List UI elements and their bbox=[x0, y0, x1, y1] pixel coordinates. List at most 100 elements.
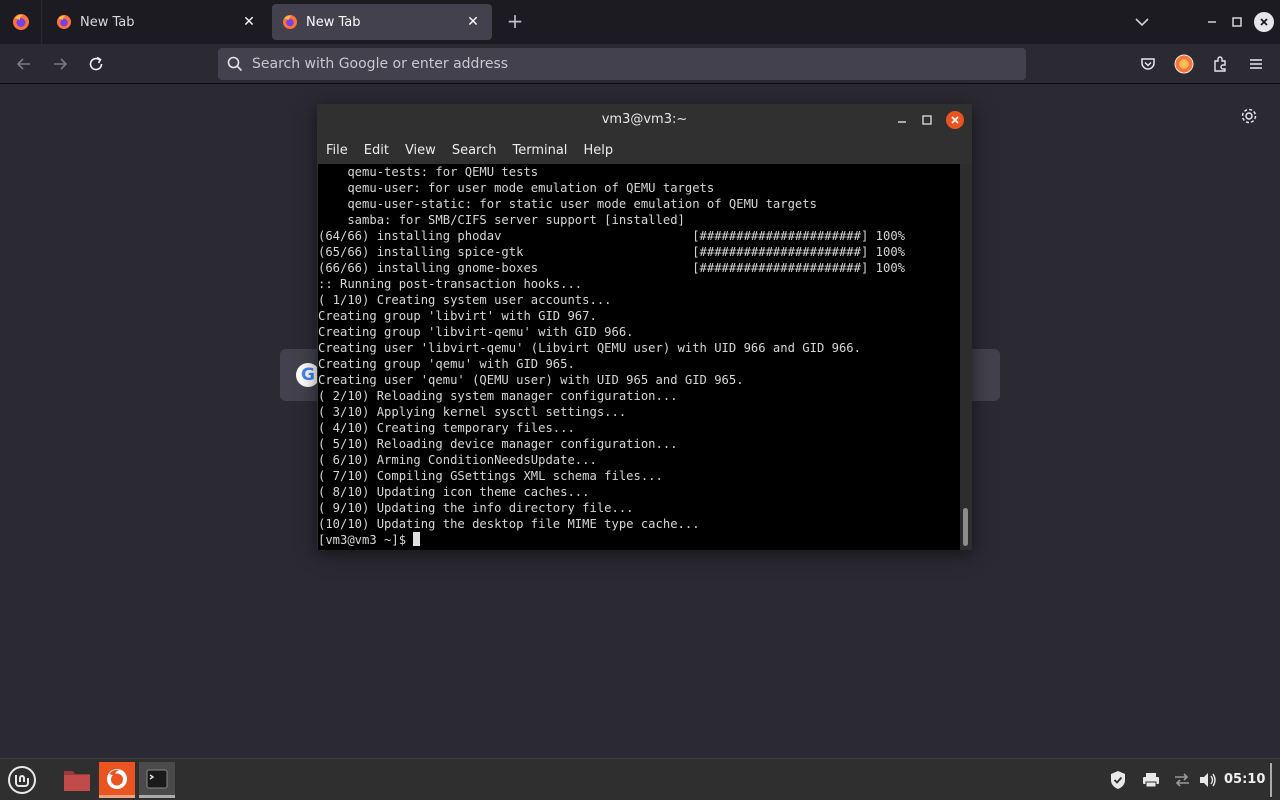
terminal-minimize-button[interactable] bbox=[892, 110, 912, 130]
terminal-line: Creating user 'libvirt-qemu' (Libvirt QE… bbox=[318, 341, 861, 355]
account-icon bbox=[1174, 54, 1194, 74]
tab-bar: New Tab ✕ New Tab ✕ + bbox=[0, 0, 1280, 44]
account-button[interactable] bbox=[1172, 52, 1196, 76]
maximize-window-button[interactable] bbox=[1227, 12, 1247, 32]
terminal-line: (65/66) installing spice-gtk [##########… bbox=[318, 245, 905, 259]
menu-edit[interactable]: Edit bbox=[358, 143, 395, 158]
terminal-line: ( 6/10) Arming ConditionNeedsUpdate... bbox=[318, 453, 597, 467]
shield-icon bbox=[1111, 771, 1125, 789]
terminal-window: vm3@vm3:~ File Edit View Search Terminal… bbox=[317, 104, 972, 550]
reload-icon bbox=[89, 56, 103, 71]
terminal-line: ( 1/10) Creating system user accounts... bbox=[318, 293, 612, 307]
new-tab-button[interactable]: + bbox=[504, 11, 526, 33]
printer-tray[interactable] bbox=[1141, 770, 1161, 790]
terminal-prompt: [vm3@vm3 ~]$ bbox=[318, 533, 414, 547]
scrollbar-thumb[interactable] bbox=[963, 508, 968, 546]
network-tray[interactable] bbox=[1172, 770, 1192, 790]
terminal-line: ( 5/10) Reloading device manager configu… bbox=[318, 437, 678, 451]
volume-tray[interactable] bbox=[1198, 770, 1218, 790]
tab-title: New Tab bbox=[80, 14, 135, 30]
network-icon bbox=[1175, 773, 1189, 787]
menu-view[interactable]: View bbox=[399, 143, 442, 158]
mint-menu-button[interactable] bbox=[4, 762, 40, 798]
menu-terminal[interactable]: Terminal bbox=[506, 143, 573, 158]
back-button[interactable] bbox=[12, 52, 36, 76]
files-launcher[interactable] bbox=[59, 762, 95, 798]
menu-file[interactable]: File bbox=[320, 143, 354, 158]
terminal-line: ( 2/10) Reloading system manager configu… bbox=[318, 389, 678, 403]
terminal-scrollbar[interactable] bbox=[960, 164, 972, 550]
terminal-line: qemu-tests: for QEMU tests bbox=[318, 165, 539, 179]
minimize-icon bbox=[1208, 21, 1216, 23]
forward-icon bbox=[54, 58, 68, 70]
minimize-window-button[interactable] bbox=[1202, 12, 1222, 32]
close-tab-icon[interactable]: ✕ bbox=[240, 13, 258, 31]
close-tab-icon[interactable]: ✕ bbox=[464, 13, 482, 31]
firefox-launcher[interactable] bbox=[99, 762, 135, 798]
terminal-line: (10/10) Updating the desktop file MIME t… bbox=[318, 517, 700, 531]
tab-1[interactable]: New Tab ✕ bbox=[46, 4, 268, 40]
terminal-launcher[interactable] bbox=[139, 762, 175, 798]
text-cursor bbox=[413, 532, 421, 546]
tab-2-active[interactable]: New Tab ✕ bbox=[272, 4, 492, 40]
show-desktop-button[interactable] bbox=[1270, 763, 1272, 797]
terminal-title: vm3@vm3:~ bbox=[601, 112, 688, 127]
close-window-button[interactable] bbox=[1254, 12, 1274, 32]
extensions-button[interactable] bbox=[1208, 52, 1232, 76]
terminal-line: Creating group 'libvirt' with GID 967. bbox=[318, 309, 597, 323]
firefox-icon bbox=[57, 15, 71, 29]
terminal-line: Creating group 'qemu' with GID 965. bbox=[318, 357, 575, 371]
terminal-line: :: Running post-transaction hooks... bbox=[318, 277, 583, 291]
menu-help[interactable]: Help bbox=[577, 143, 619, 158]
application-menu-button[interactable] bbox=[1244, 52, 1268, 76]
terminal-line: ( 8/10) Updating icon theme caches... bbox=[318, 485, 590, 499]
back-icon bbox=[16, 58, 30, 70]
chevron-down-icon bbox=[1135, 18, 1149, 27]
terminal-maximize-button[interactable] bbox=[917, 110, 937, 130]
terminal-line: qemu-user-static: for static user mode e… bbox=[318, 197, 817, 211]
mint-menu-icon bbox=[8, 766, 36, 794]
terminal-icon bbox=[146, 769, 168, 788]
terminal-line: ( 3/10) Applying kernel sysctl settings.… bbox=[318, 405, 627, 419]
firefox-icon bbox=[12, 14, 29, 30]
search-icon bbox=[227, 56, 243, 72]
terminal-titlebar[interactable]: vm3@vm3:~ bbox=[317, 104, 972, 136]
url-input[interactable] bbox=[252, 56, 1012, 72]
firefox-view-button[interactable] bbox=[0, 0, 42, 44]
tab-title: New Tab bbox=[306, 14, 361, 30]
gear-icon bbox=[1241, 108, 1257, 124]
terminal-close-button[interactable] bbox=[946, 111, 964, 129]
hamburger-menu-icon bbox=[1250, 59, 1262, 69]
volume-icon bbox=[1200, 773, 1216, 787]
customize-new-tab-button[interactable] bbox=[1239, 106, 1259, 126]
terminal-line: ( 7/10) Compiling GSettings XML schema f… bbox=[318, 469, 663, 483]
extensions-icon bbox=[1214, 56, 1226, 72]
close-icon bbox=[951, 116, 959, 124]
terminal-line: (64/66) installing phodav [#############… bbox=[318, 229, 905, 243]
taskbar: 05:10 bbox=[0, 758, 1280, 800]
firefox-icon bbox=[107, 768, 127, 789]
close-icon bbox=[1260, 18, 1268, 26]
files-folder-icon bbox=[64, 771, 90, 791]
update-manager-tray[interactable] bbox=[1108, 770, 1128, 790]
terminal-line: Creating user 'qemu' (QEMU user) with UI… bbox=[318, 373, 744, 387]
save-to-pocket-button[interactable] bbox=[1136, 52, 1160, 76]
terminal-line: samba: for SMB/CIFS server support [inst… bbox=[318, 213, 685, 227]
firefox-icon bbox=[283, 15, 297, 29]
terminal-line: ( 4/10) Creating temporary files... bbox=[318, 421, 575, 435]
clock[interactable]: 05:10 bbox=[1224, 772, 1265, 787]
address-bar[interactable] bbox=[218, 48, 1026, 80]
terminal-line: Creating group 'libvirt-qemu' with GID 9… bbox=[318, 325, 634, 339]
terminal-prompt-line: [vm3@vm3 ~]$ bbox=[318, 532, 960, 548]
terminal-line: ( 9/10) Updating the info directory file… bbox=[318, 501, 634, 515]
minimize-icon bbox=[898, 121, 906, 123]
pocket-icon bbox=[1141, 58, 1155, 70]
terminal-output[interactable]: qemu-tests: for QEMU tests qemu-user: fo… bbox=[318, 164, 960, 550]
menu-search[interactable]: Search bbox=[446, 143, 503, 158]
maximize-icon bbox=[922, 115, 932, 125]
printer-icon bbox=[1143, 773, 1159, 788]
terminal-line: qemu-user: for user mode emulation of QE… bbox=[318, 181, 715, 195]
list-all-tabs-button[interactable] bbox=[1132, 12, 1152, 32]
forward-button[interactable] bbox=[48, 52, 72, 76]
reload-button[interactable] bbox=[84, 52, 108, 76]
